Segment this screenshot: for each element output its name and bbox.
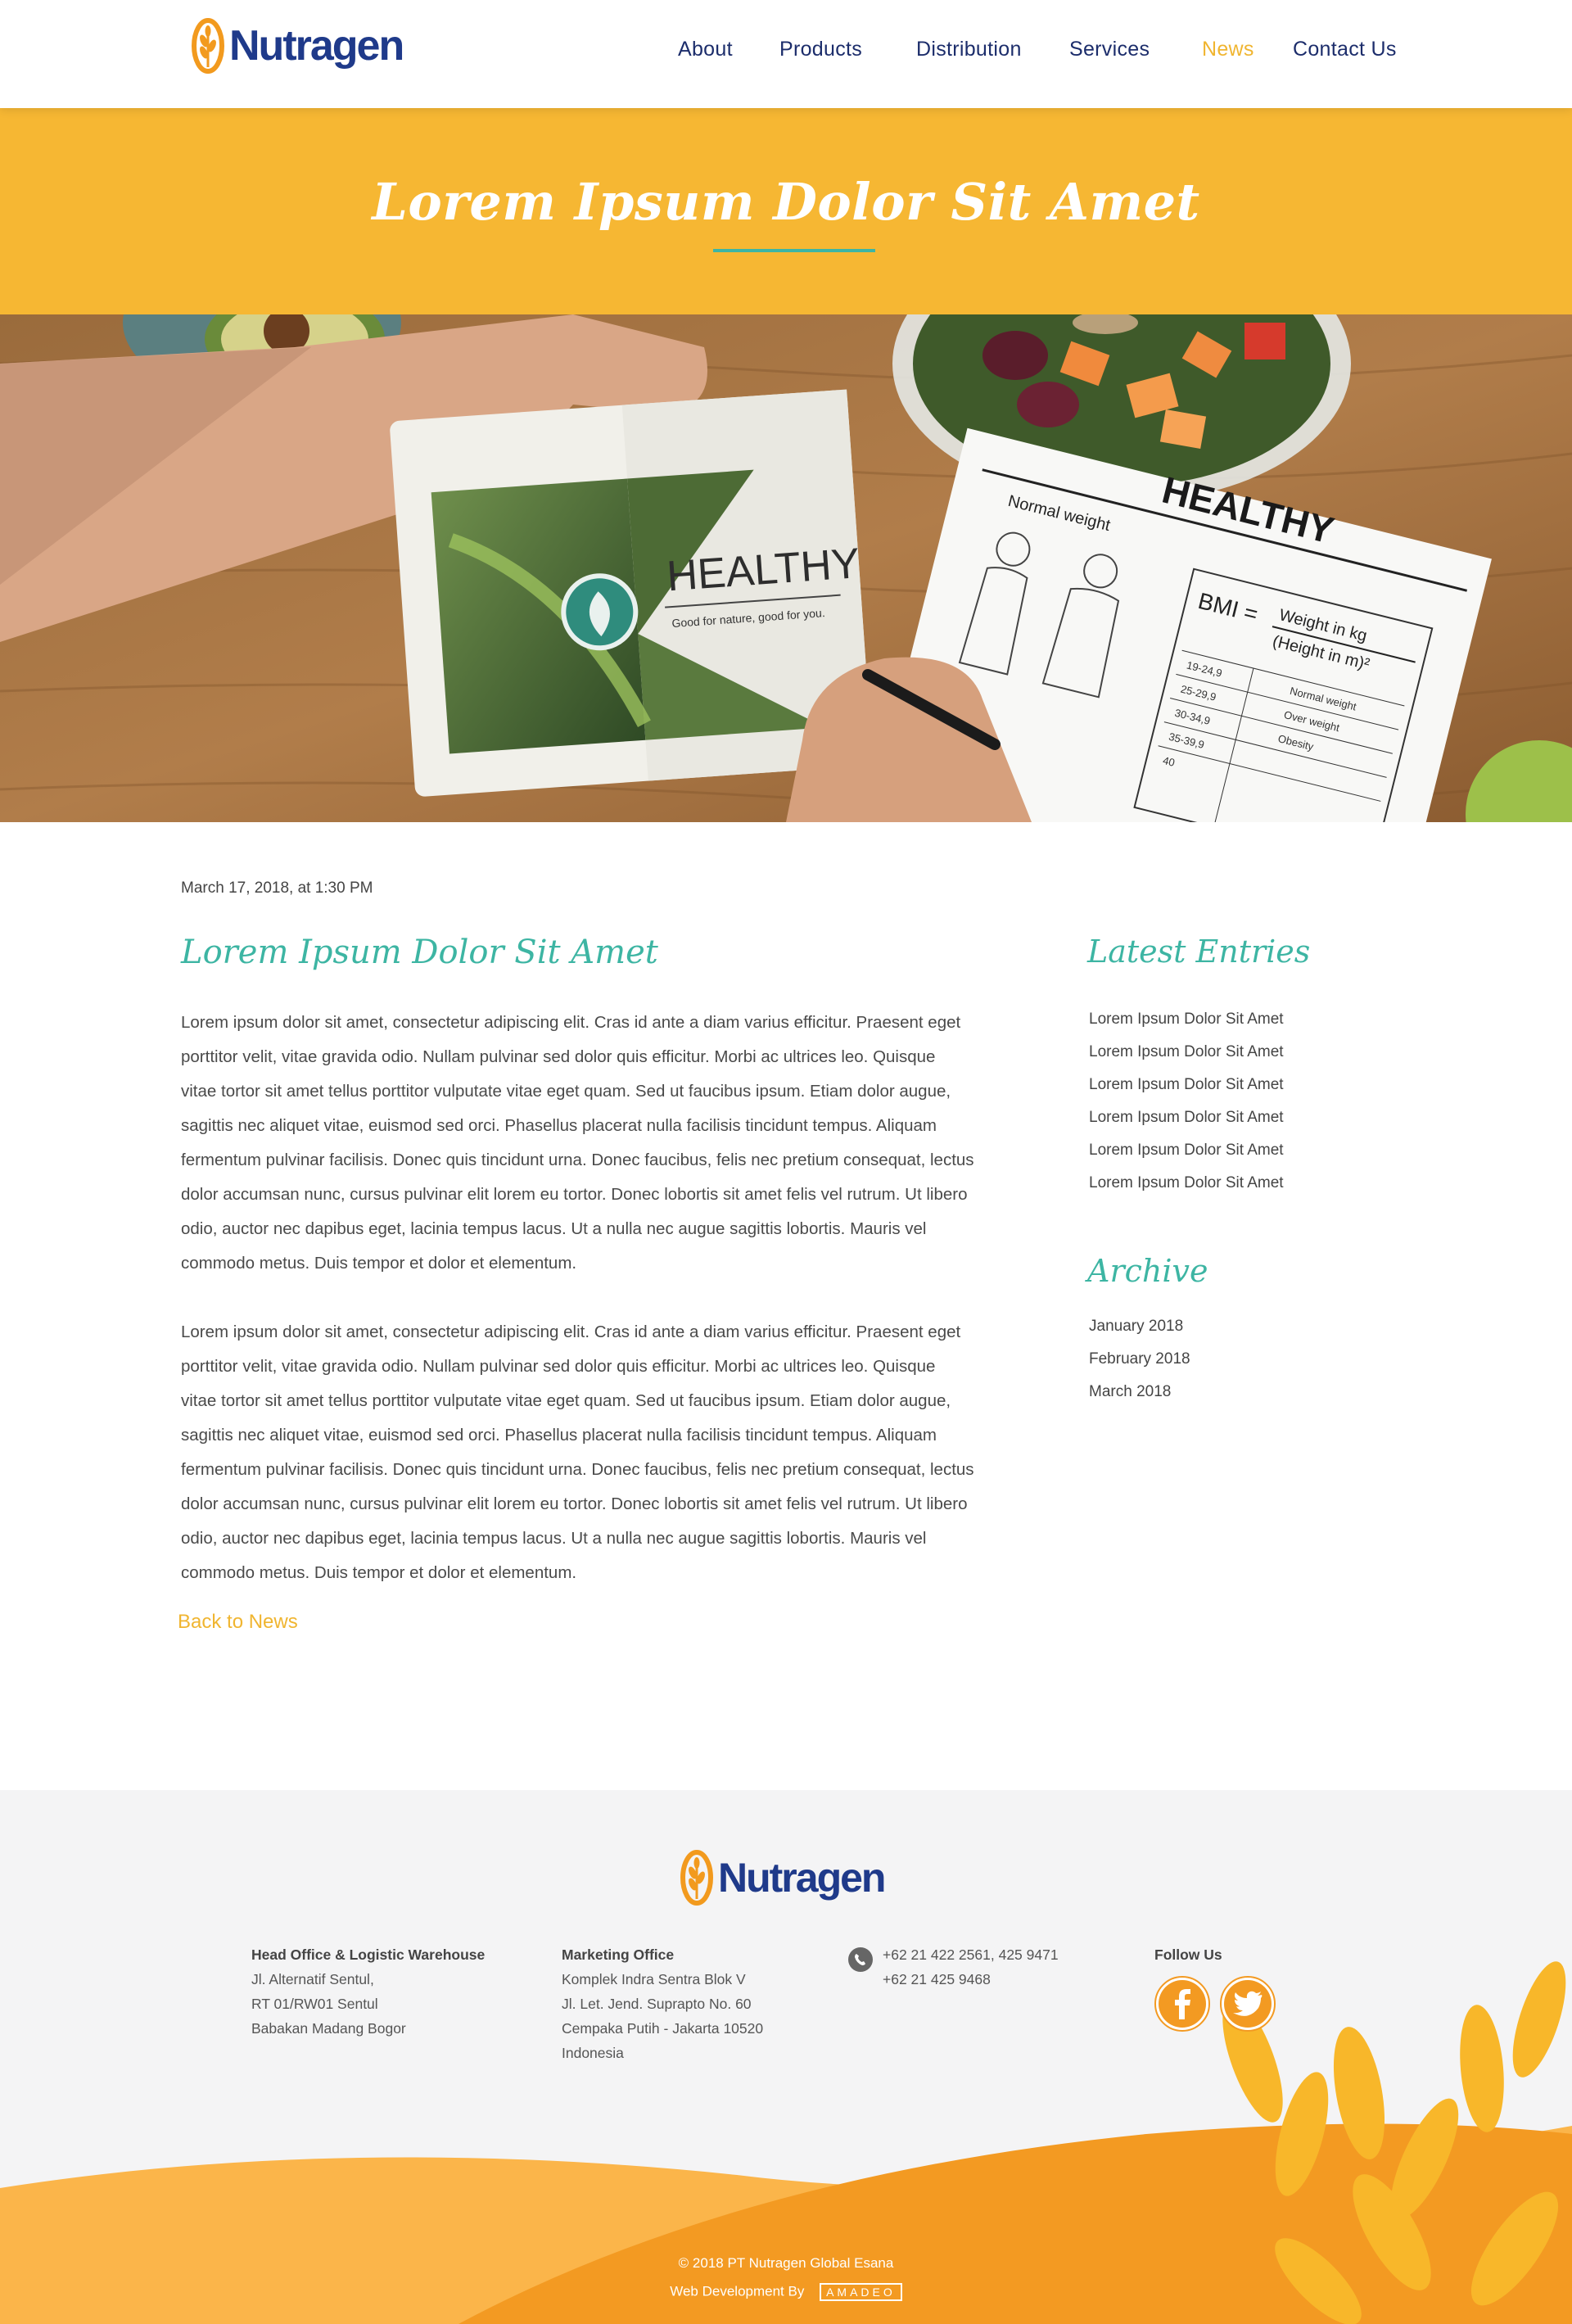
archive-item[interactable]: January 2018	[1089, 1314, 1190, 1347]
latest-entries-list: Lorem Ipsum Dolor Sit Amet Lorem Ipsum D…	[1089, 1007, 1284, 1204]
head-office-block: Head Office & Logistic Warehouse Jl. Alt…	[251, 1942, 485, 2041]
address-line: RT 01/RW01 Sentul	[251, 1996, 378, 2012]
latest-entry-link[interactable]: Lorem Ipsum Dolor Sit Amet	[1089, 1043, 1284, 1060]
phone-number[interactable]: +62 21 422 2561, 425 9471	[883, 1942, 1059, 1967]
nav-news[interactable]: News	[1202, 38, 1254, 61]
footer-brand-logo[interactable]: Nutragen	[679, 1849, 886, 1906]
nav-services[interactable]: Services	[1069, 38, 1150, 61]
post-date: March 17, 2018, at 1:30 PM	[181, 879, 373, 897]
latest-entry[interactable]: Lorem Ipsum Dolor Sit Amet	[1089, 1073, 1284, 1105]
nav-products[interactable]: Products	[779, 38, 862, 61]
developer-credit: Web Development By AMADEO	[0, 2283, 1572, 2301]
post-title: Lorem Ipsum Dolor Sit Amet	[181, 934, 658, 971]
nav-contact-us[interactable]: Contact Us	[1293, 38, 1397, 61]
main-nav: About Products Distribution Services New…	[0, 38, 1572, 70]
address-line: Komplek Indra Sentra Blok V	[562, 1971, 746, 1987]
archive-item[interactable]: February 2018	[1089, 1347, 1190, 1380]
hero-illustration: HEALTHY Good for nature, good for you. H…	[0, 314, 1572, 822]
latest-entry-link[interactable]: Lorem Ipsum Dolor Sit Amet	[1089, 1076, 1284, 1093]
copyright: © 2018 PT Nutragen Global Esana	[0, 2255, 1572, 2272]
copyright-icon: ©	[678, 2255, 693, 2271]
page-title: Lorem Ipsum Dolor Sit Amet	[372, 172, 1200, 232]
address-line: Cempaka Putih - Jakarta 10520	[562, 2020, 764, 2037]
credit-label: Web Development By	[670, 2283, 805, 2299]
back-to-news-link[interactable]: Back to News	[178, 1611, 298, 1634]
archive-list: January 2018 February 2018 March 2018	[1089, 1314, 1190, 1413]
footer-brand-name: Nutragen	[718, 1855, 886, 1901]
post-paragraph: Lorem ipsum dolor sit amet, consectetur …	[181, 1323, 974, 1582]
latest-entry[interactable]: Lorem Ipsum Dolor Sit Amet	[1089, 1007, 1284, 1040]
latest-entry-link[interactable]: Lorem Ipsum Dolor Sit Amet	[1089, 1011, 1284, 1028]
follow-block: Follow Us	[1154, 1942, 1222, 1967]
twitter-icon[interactable]	[1219, 1975, 1276, 2032]
follow-us-title: Follow Us	[1154, 1946, 1222, 1963]
title-underline	[713, 249, 875, 252]
address-line: Jl. Let. Jend. Suprapto No. 60	[562, 1996, 752, 2012]
archive-link[interactable]: January 2018	[1089, 1318, 1183, 1335]
archive-link[interactable]: February 2018	[1089, 1350, 1190, 1368]
site-header: Nutragen About Products Distribution Ser…	[0, 0, 1572, 108]
latest-entry[interactable]: Lorem Ipsum Dolor Sit Amet	[1089, 1171, 1284, 1204]
nav-about[interactable]: About	[678, 38, 733, 61]
archive-heading: Archive	[1087, 1253, 1208, 1289]
marketing-office-title: Marketing Office	[562, 1946, 675, 1963]
site-footer: Nutragen Head Office & Logistic Warehous…	[0, 1790, 1572, 2324]
head-office-title: Head Office & Logistic Warehouse	[251, 1946, 486, 1963]
latest-entry[interactable]: Lorem Ipsum Dolor Sit Amet	[1089, 1040, 1284, 1073]
post-paragraph: Lorem ipsum dolor sit amet, consectetur …	[181, 1013, 974, 1273]
latest-entry-link[interactable]: Lorem Ipsum Dolor Sit Amet	[1089, 1109, 1284, 1126]
latest-entry-link[interactable]: Lorem Ipsum Dolor Sit Amet	[1089, 1174, 1284, 1191]
archive-link[interactable]: March 2018	[1089, 1383, 1171, 1400]
hero-image: HEALTHY Good for nature, good for you. H…	[0, 314, 1572, 822]
archive-item[interactable]: March 2018	[1089, 1380, 1190, 1413]
developer-logo[interactable]: AMADEO	[820, 2283, 902, 2301]
facebook-icon[interactable]	[1154, 1975, 1211, 2032]
latest-entries-heading: Latest Entries	[1087, 934, 1311, 970]
latest-entry[interactable]: Lorem Ipsum Dolor Sit Amet	[1089, 1138, 1284, 1171]
phone-icon	[848, 1947, 873, 1972]
latest-entry-link[interactable]: Lorem Ipsum Dolor Sit Amet	[1089, 1142, 1284, 1159]
address-line: Jl. Alternatif Sentul,	[251, 1971, 374, 1987]
phone-block: +62 21 422 2561, 425 9471 +62 21 425 946…	[883, 1942, 1059, 1992]
wheat-logo-icon	[680, 1850, 713, 1906]
marketing-office-block: Marketing Office Komplek Indra Sentra Bl…	[562, 1942, 763, 2065]
address-line: Indonesia	[562, 2045, 624, 2061]
copyright-text: 2018 PT Nutragen Global Esana	[692, 2255, 894, 2271]
latest-entry[interactable]: Lorem Ipsum Dolor Sit Amet	[1089, 1105, 1284, 1138]
address-line: Babakan Madang Bogor	[251, 2020, 406, 2037]
nav-distribution[interactable]: Distribution	[916, 38, 1022, 61]
phone-number[interactable]: +62 21 425 9468	[883, 1967, 1059, 1992]
page-banner: Lorem Ipsum Dolor Sit Amet	[0, 108, 1572, 314]
